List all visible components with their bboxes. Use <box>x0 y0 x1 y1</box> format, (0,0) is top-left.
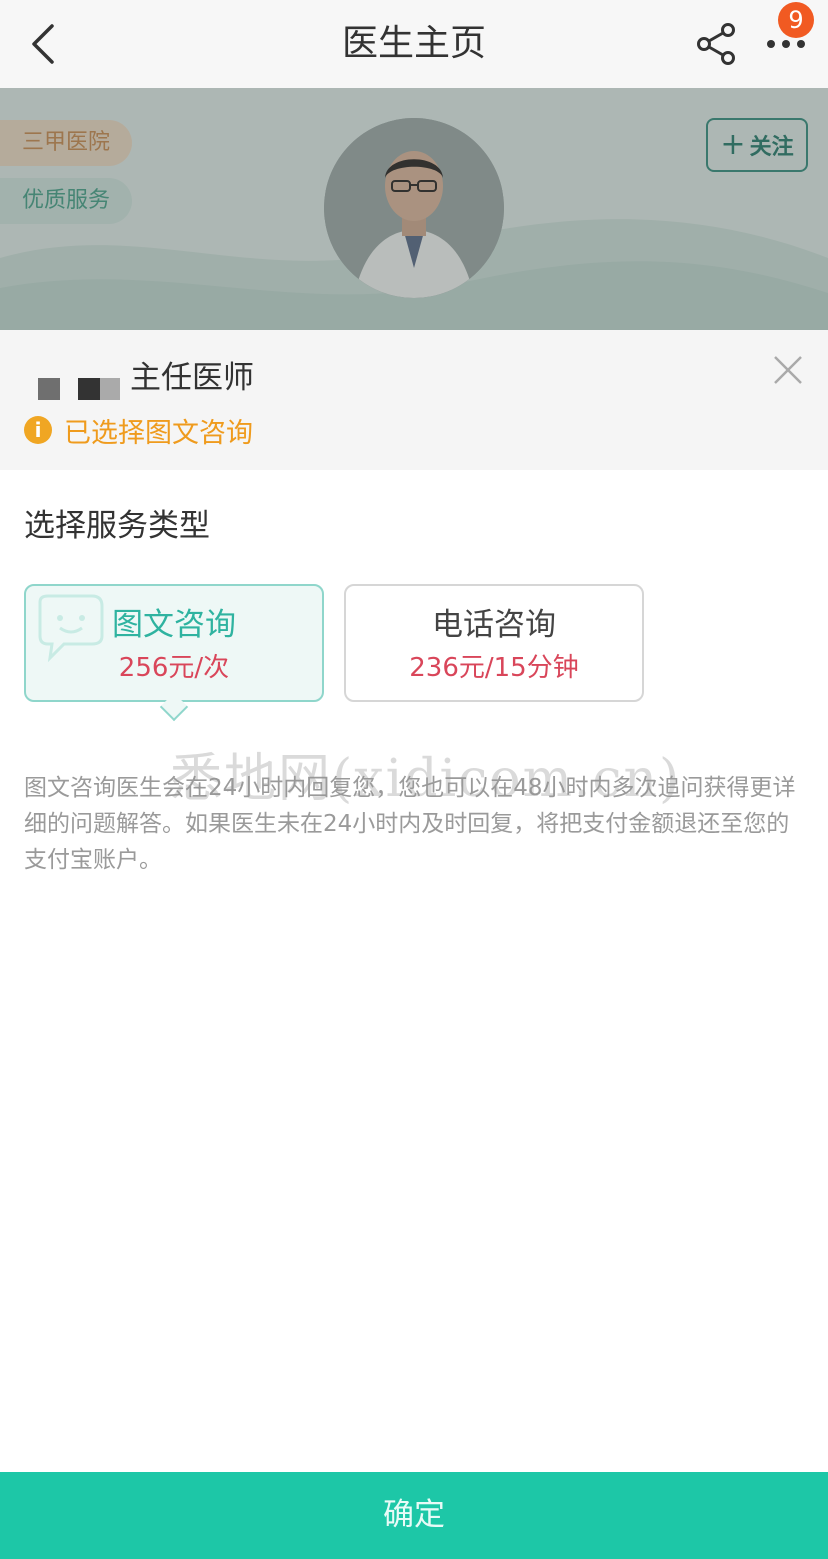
selected-service-text: 已选择图文咨询 <box>64 417 253 449</box>
modal-dim-overlay[interactable] <box>0 88 828 330</box>
close-icon <box>774 356 802 384</box>
site-watermark: 悉地网(xidicom.cn) <box>170 749 682 809</box>
share-button[interactable] <box>692 20 740 68</box>
close-button[interactable] <box>770 352 806 388</box>
service-option-name: 图文咨询 <box>112 607 236 643</box>
service-type-title: 选择服务类型 <box>24 508 210 544</box>
confirm-button[interactable]: 确定 <box>0 1472 828 1559</box>
selected-service-notice: i 已选择图文咨询 <box>24 410 253 450</box>
service-option-phone-consult[interactable]: 电话咨询 236元/15分钟 <box>344 584 644 702</box>
doctor-name-redacted <box>38 378 124 400</box>
info-icon: i <box>24 416 52 444</box>
service-option-text-consult[interactable]: 图文咨询 256元/次 <box>24 584 324 702</box>
more-icon <box>767 40 805 48</box>
notification-badge: 9 <box>778 2 814 38</box>
nav-bar: 医生主页 9 <box>0 0 828 88</box>
sheet-header: 主任医师 i 已选择图文咨询 <box>0 330 828 470</box>
service-option-price: 256元/次 <box>118 653 230 683</box>
doctor-profile-header: 三甲医院 优质服务 + 关注 <box>0 88 828 330</box>
service-option-name: 电话咨询 <box>432 607 556 643</box>
service-option-price: 236元/15分钟 <box>409 653 579 683</box>
share-icon <box>697 23 735 65</box>
doctor-title: 主任医师 <box>130 360 254 396</box>
